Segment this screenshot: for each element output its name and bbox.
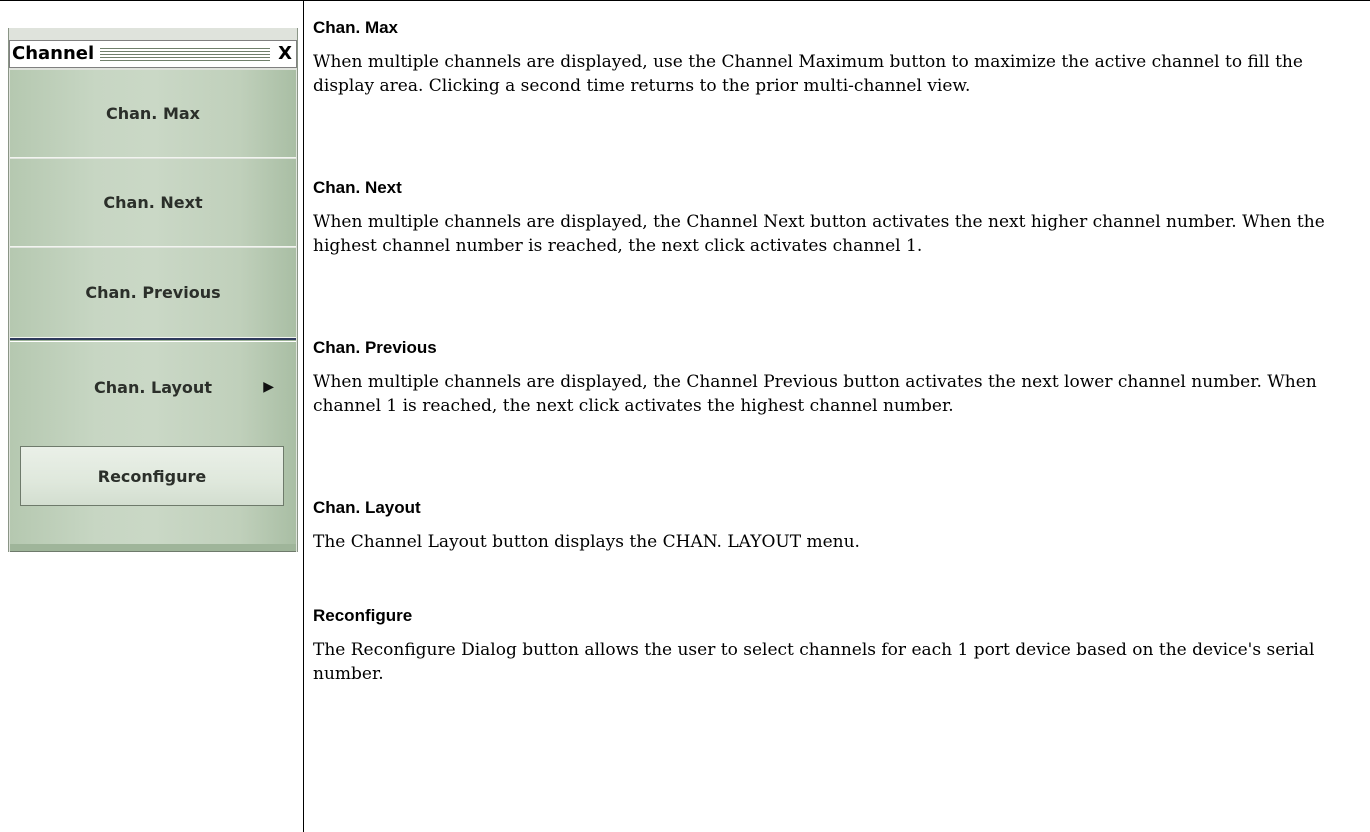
reconfigure-button[interactable]: Reconfigure	[20, 446, 284, 506]
chan-next-button[interactable]: Chan. Next	[10, 159, 296, 247]
description-chan-max: Chan. Max When multiple channels are dis…	[313, 18, 1363, 98]
description-heading: Chan. Previous	[313, 338, 437, 357]
menu-bottom-edge	[10, 544, 296, 552]
description-reconfigure: Reconfigure The Reconfigure Dialog butto…	[313, 606, 1363, 686]
chan-max-label: Chan. Max	[105, 104, 200, 123]
description-heading: Reconfigure	[313, 606, 413, 625]
description-heading: Chan. Max	[313, 18, 399, 37]
table-column-divider	[303, 0, 304, 832]
menu-title: Channel	[12, 43, 101, 64]
close-icon[interactable]: X	[278, 43, 292, 64]
description-chan-previous: Chan. Previous When multiple channels ar…	[313, 338, 1363, 418]
reconfigure-label: Reconfigure	[97, 466, 207, 486]
description-chan-next: Chan. Next When multiple channels are di…	[313, 178, 1363, 258]
description-heading: Chan. Next	[313, 178, 402, 197]
description-text: When multiple channels are displayed, th…	[313, 212, 1325, 256]
reconfigure-button-area: Reconfigure	[10, 432, 296, 544]
chan-max-button[interactable]: Chan. Max	[10, 70, 296, 158]
menu-title-bar: Channel X	[9, 40, 297, 68]
chan-layout-label: Chan. Layout	[94, 377, 212, 397]
chan-layout-button[interactable]: Chan. Layout ▶	[10, 342, 296, 432]
channel-menu-panel: Channel X Chan. Max Chan. Next Chan. Pre…	[8, 28, 298, 552]
description-text: The Channel Layout button displays the C…	[313, 532, 860, 552]
description-chan-layout: Chan. Layout The Channel Layout button d…	[313, 498, 1363, 554]
chan-next-label: Chan. Next	[103, 193, 203, 212]
description-text: When multiple channels are displayed, us…	[313, 52, 1303, 96]
submenu-arrow-icon: ▶	[263, 379, 274, 395]
description-text: When multiple channels are displayed, th…	[313, 372, 1317, 416]
table-top-border	[0, 0, 1370, 1]
description-heading: Chan. Layout	[313, 498, 421, 517]
description-text: The Reconfigure Dialog button allows the…	[313, 640, 1315, 684]
title-bar-grip	[92, 48, 270, 62]
chan-previous-button[interactable]: Chan. Previous	[10, 248, 296, 338]
chan-previous-label: Chan. Previous	[85, 283, 221, 302]
